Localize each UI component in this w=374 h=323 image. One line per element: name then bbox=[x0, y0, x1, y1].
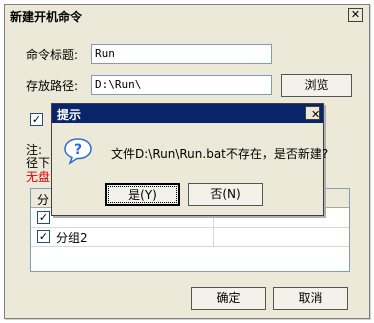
list-item[interactable]: ✓ 分组2 bbox=[31, 227, 349, 247]
ok-button[interactable]: 确定 bbox=[191, 287, 266, 310]
browse-button[interactable]: 浏览 bbox=[281, 74, 352, 97]
column-divider bbox=[213, 227, 214, 246]
checkmark-icon: ✓ bbox=[38, 230, 49, 243]
close-icon: ✕ bbox=[311, 108, 321, 121]
dialog-close-button[interactable]: ✕ bbox=[305, 106, 320, 120]
checkmark-icon: ✓ bbox=[31, 113, 42, 126]
path-label: 存放路径: bbox=[26, 79, 79, 93]
window-titlebar: 新建开机命令 ✕ bbox=[5, 5, 369, 25]
title-input[interactable]: Run bbox=[91, 44, 272, 64]
window-title: 新建开机命令 bbox=[10, 10, 83, 24]
option-checkbox[interactable]: ✓ bbox=[30, 113, 43, 126]
list-header-label: 分 bbox=[37, 193, 50, 207]
question-icon: ? bbox=[64, 138, 92, 165]
title-label: 命令标题: bbox=[26, 48, 79, 62]
window-close-button[interactable]: ✕ bbox=[348, 8, 363, 22]
dialog-titlebar: 提示 ✕ bbox=[52, 104, 323, 123]
path-input[interactable]: D:\Run\ bbox=[91, 75, 272, 95]
yes-button[interactable]: 是(Y) bbox=[105, 183, 180, 206]
svg-text:?: ? bbox=[74, 142, 82, 158]
group-label-2: 分组2 bbox=[56, 231, 88, 245]
checkmark-icon: ✓ bbox=[38, 211, 49, 224]
warning-text: 无盘 bbox=[26, 170, 51, 184]
dialog-message: 文件D:\Run\Run.bat不存在，是否新建? bbox=[111, 147, 329, 161]
dialog-title: 提示 bbox=[57, 108, 82, 122]
no-button[interactable]: 否(N) bbox=[188, 183, 263, 206]
close-icon: ✕ bbox=[350, 8, 361, 21]
confirm-dialog: 提示 ✕ ? 文件D:\Run\Run.bat不存在，是否新建? 是(Y) 否(… bbox=[51, 103, 328, 216]
group-checkbox-2[interactable]: ✓ bbox=[37, 230, 50, 243]
group-checkbox-1[interactable]: ✓ bbox=[37, 211, 50, 224]
cancel-button[interactable]: 取消 bbox=[273, 287, 348, 310]
